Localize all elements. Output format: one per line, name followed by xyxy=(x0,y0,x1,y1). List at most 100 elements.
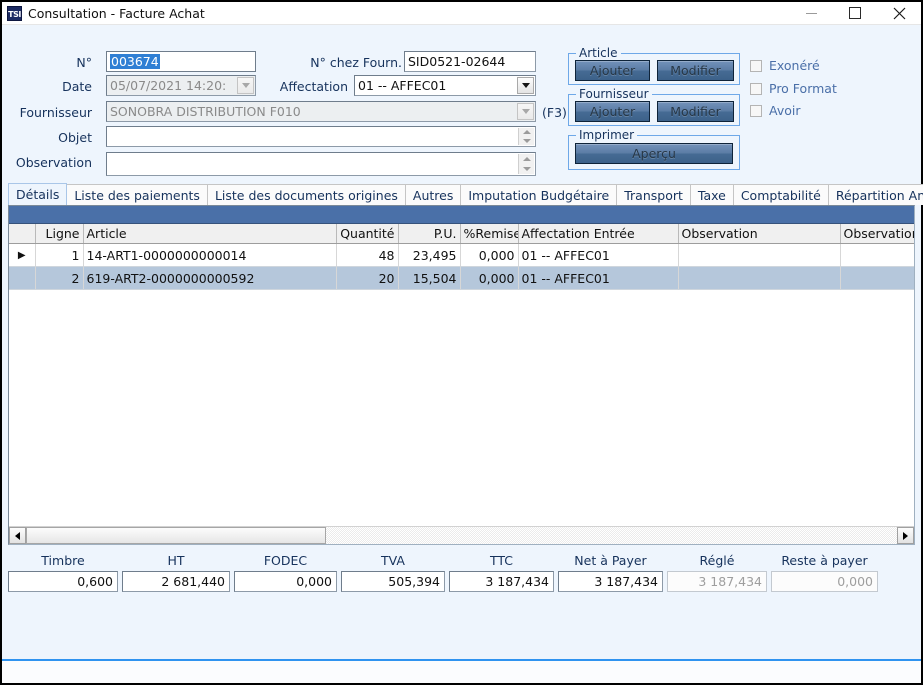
total-value[interactable]: 2 681,440 xyxy=(122,571,230,592)
label-numero: N° xyxy=(76,55,92,70)
cell-remise[interactable]: 0,000 xyxy=(460,243,519,267)
article-add-button[interactable]: Ajouter xyxy=(575,60,650,81)
checkbox-avoir[interactable]: Avoir xyxy=(750,103,800,118)
objet-input[interactable] xyxy=(106,126,536,147)
tab-comptabilit[interactable]: Comptabilité xyxy=(732,184,829,205)
cell-quantite[interactable]: 20 xyxy=(336,266,399,290)
cell-article[interactable]: 14-ART1-0000000000014 xyxy=(83,243,337,267)
application-window: TSI Consultation - Facture Achat N° Date… xyxy=(0,0,923,685)
fournisseur-add-button[interactable]: Ajouter xyxy=(575,101,650,122)
numero-input[interactable]: 003674 xyxy=(106,51,256,72)
header-form: N° Date Fournisseur Objet Observation 00… xyxy=(2,25,921,183)
maximize-icon[interactable] xyxy=(833,2,877,24)
tab-d-tails[interactable]: Détails xyxy=(8,183,68,205)
total-value[interactable]: 3 187,434 xyxy=(667,571,767,592)
table-row[interactable]: ▶ 1 14-ART1-0000000000014 48 23,495 0,000 01 -… xyxy=(9,243,914,267)
cell-observation1[interactable] xyxy=(678,243,841,267)
column-header-remise[interactable]: %Remise xyxy=(460,224,519,244)
checkbox-icon[interactable] xyxy=(750,82,762,95)
total-ttc: TTC 3 187,434 xyxy=(449,553,554,592)
column-header-article[interactable]: Article xyxy=(83,224,337,244)
grid-horizontal-scrollbar[interactable] xyxy=(9,526,914,544)
scrollbar-track[interactable] xyxy=(326,527,897,544)
fournisseur-edit-button[interactable]: Modifier xyxy=(657,101,734,122)
total-value[interactable]: 3 187,434 xyxy=(558,571,663,592)
tab-autres[interactable]: Autres xyxy=(404,184,462,205)
total-tva: TVA 505,394 xyxy=(341,553,445,592)
row-indicator[interactable]: ▶ xyxy=(9,243,36,267)
column-header-pu[interactable]: P.U. xyxy=(398,224,461,244)
date-input[interactable]: 05/07/2021 14:20: xyxy=(106,75,256,96)
numero-value: 003674 xyxy=(110,54,160,69)
cell-article[interactable]: 619-ART2-0000000000592 xyxy=(83,266,337,290)
checkbox-exonere-label: Exonéré xyxy=(769,58,820,73)
spinner-up-icon xyxy=(519,154,534,164)
scrollbar-thumb[interactable] xyxy=(26,527,326,544)
fournisseur-select[interactable]: SONOBRA DISTRIBUTION F010 xyxy=(106,101,536,122)
cell-affectation[interactable]: 01 -- AFFEC01 xyxy=(518,243,679,267)
grid-body: Ligne Article Quantité P.U. %Remise Affectati… xyxy=(9,224,914,526)
total-label: Reste à payer xyxy=(781,553,868,568)
column-header-quantite[interactable]: Quantité xyxy=(336,224,399,244)
checkbox-icon[interactable] xyxy=(750,104,762,117)
close-icon[interactable] xyxy=(877,2,921,24)
cell-remise[interactable]: 0,000 xyxy=(460,266,519,290)
cell-quantite[interactable]: 48 xyxy=(336,243,399,267)
group-imprimer: Imprimer Aperçu xyxy=(568,128,740,170)
total-value[interactable]: 505,394 xyxy=(341,571,445,592)
cell-ligne[interactable]: 1 xyxy=(35,243,84,267)
tab-label: Comptabilité xyxy=(740,187,821,203)
scroll-left-icon[interactable] xyxy=(9,527,26,544)
cell-observation1[interactable] xyxy=(678,266,841,290)
window-controls xyxy=(789,2,921,24)
objet-spinner[interactable] xyxy=(518,128,534,145)
group-article: Article Ajouter Modifier xyxy=(568,46,740,85)
total-label: HT xyxy=(167,553,185,568)
chevron-down-icon[interactable] xyxy=(237,77,254,94)
column-header-affectation[interactable]: Affectation Entrée xyxy=(518,224,679,244)
affectation-value: 01 -- AFFEC01 xyxy=(358,78,447,93)
checkbox-icon[interactable] xyxy=(750,59,762,72)
cell-observation2[interactable] xyxy=(840,243,914,267)
checkbox-exonere[interactable]: Exonéré xyxy=(750,58,820,73)
chevron-down-icon[interactable] xyxy=(517,77,534,94)
tab-imputation-budg-taire[interactable]: Imputation Budgétaire xyxy=(460,184,618,205)
observation-spinner[interactable] xyxy=(518,154,534,174)
tab-r-partition-analytiqu[interactable]: Répartition Analytiqu xyxy=(827,184,923,205)
column-header-observation1[interactable]: Observation xyxy=(678,224,841,244)
affectation-select[interactable]: 01 -- AFFEC01 xyxy=(354,75,536,96)
cell-observation2[interactable] xyxy=(840,266,914,290)
row-indicator[interactable] xyxy=(9,266,36,290)
tab-liste-des-documents-origines[interactable]: Liste des documents origines xyxy=(206,184,406,205)
apercu-button[interactable]: Aperçu xyxy=(575,143,733,164)
group-fournisseur-caption: Fournisseur xyxy=(576,87,652,101)
column-header-ligne[interactable]: Ligne xyxy=(35,224,84,244)
chevron-down-icon[interactable] xyxy=(517,103,534,120)
cell-pu[interactable]: 23,495 xyxy=(398,243,461,267)
scroll-right-icon[interactable] xyxy=(897,527,914,544)
article-edit-button[interactable]: Modifier xyxy=(657,60,734,81)
total-label: Réglé xyxy=(699,553,735,568)
checkbox-pro-format[interactable]: Pro Format xyxy=(750,81,837,96)
total-value[interactable]: 3 187,434 xyxy=(449,571,554,592)
observation-input[interactable] xyxy=(106,152,536,176)
total-timbre: Timbre 0,600 xyxy=(8,553,118,592)
tab-label: Liste des documents origines xyxy=(214,187,398,203)
table-row[interactable]: 2 619-ART2-0000000000592 20 15,504 0,000 01 -… xyxy=(9,266,914,290)
column-header-observation2[interactable]: Observation xyxy=(840,224,914,244)
cell-affectation[interactable]: 01 -- AFFEC01 xyxy=(518,266,679,290)
cell-ligne[interactable]: 2 xyxy=(35,266,84,290)
grid-group-bar xyxy=(9,206,914,224)
cell-pu[interactable]: 15,504 xyxy=(398,266,461,290)
total-r-gl: Réglé 3 187,434 xyxy=(667,553,767,592)
total-value[interactable]: 0,000 xyxy=(771,571,878,592)
tab-transport[interactable]: Transport xyxy=(616,184,691,205)
total-value[interactable]: 0,600 xyxy=(8,571,118,592)
tab-liste-des-paiements[interactable]: Liste des paiements xyxy=(66,184,208,205)
tab-taxe[interactable]: Taxe xyxy=(689,184,734,205)
num-fourn-input[interactable]: SID0521-02644 xyxy=(404,51,536,72)
total-value[interactable]: 0,000 xyxy=(234,571,337,592)
tab-label: Détails xyxy=(16,187,60,202)
total-net-payer: Net à Payer 3 187,434 xyxy=(558,553,663,592)
minimize-icon[interactable] xyxy=(789,2,833,24)
